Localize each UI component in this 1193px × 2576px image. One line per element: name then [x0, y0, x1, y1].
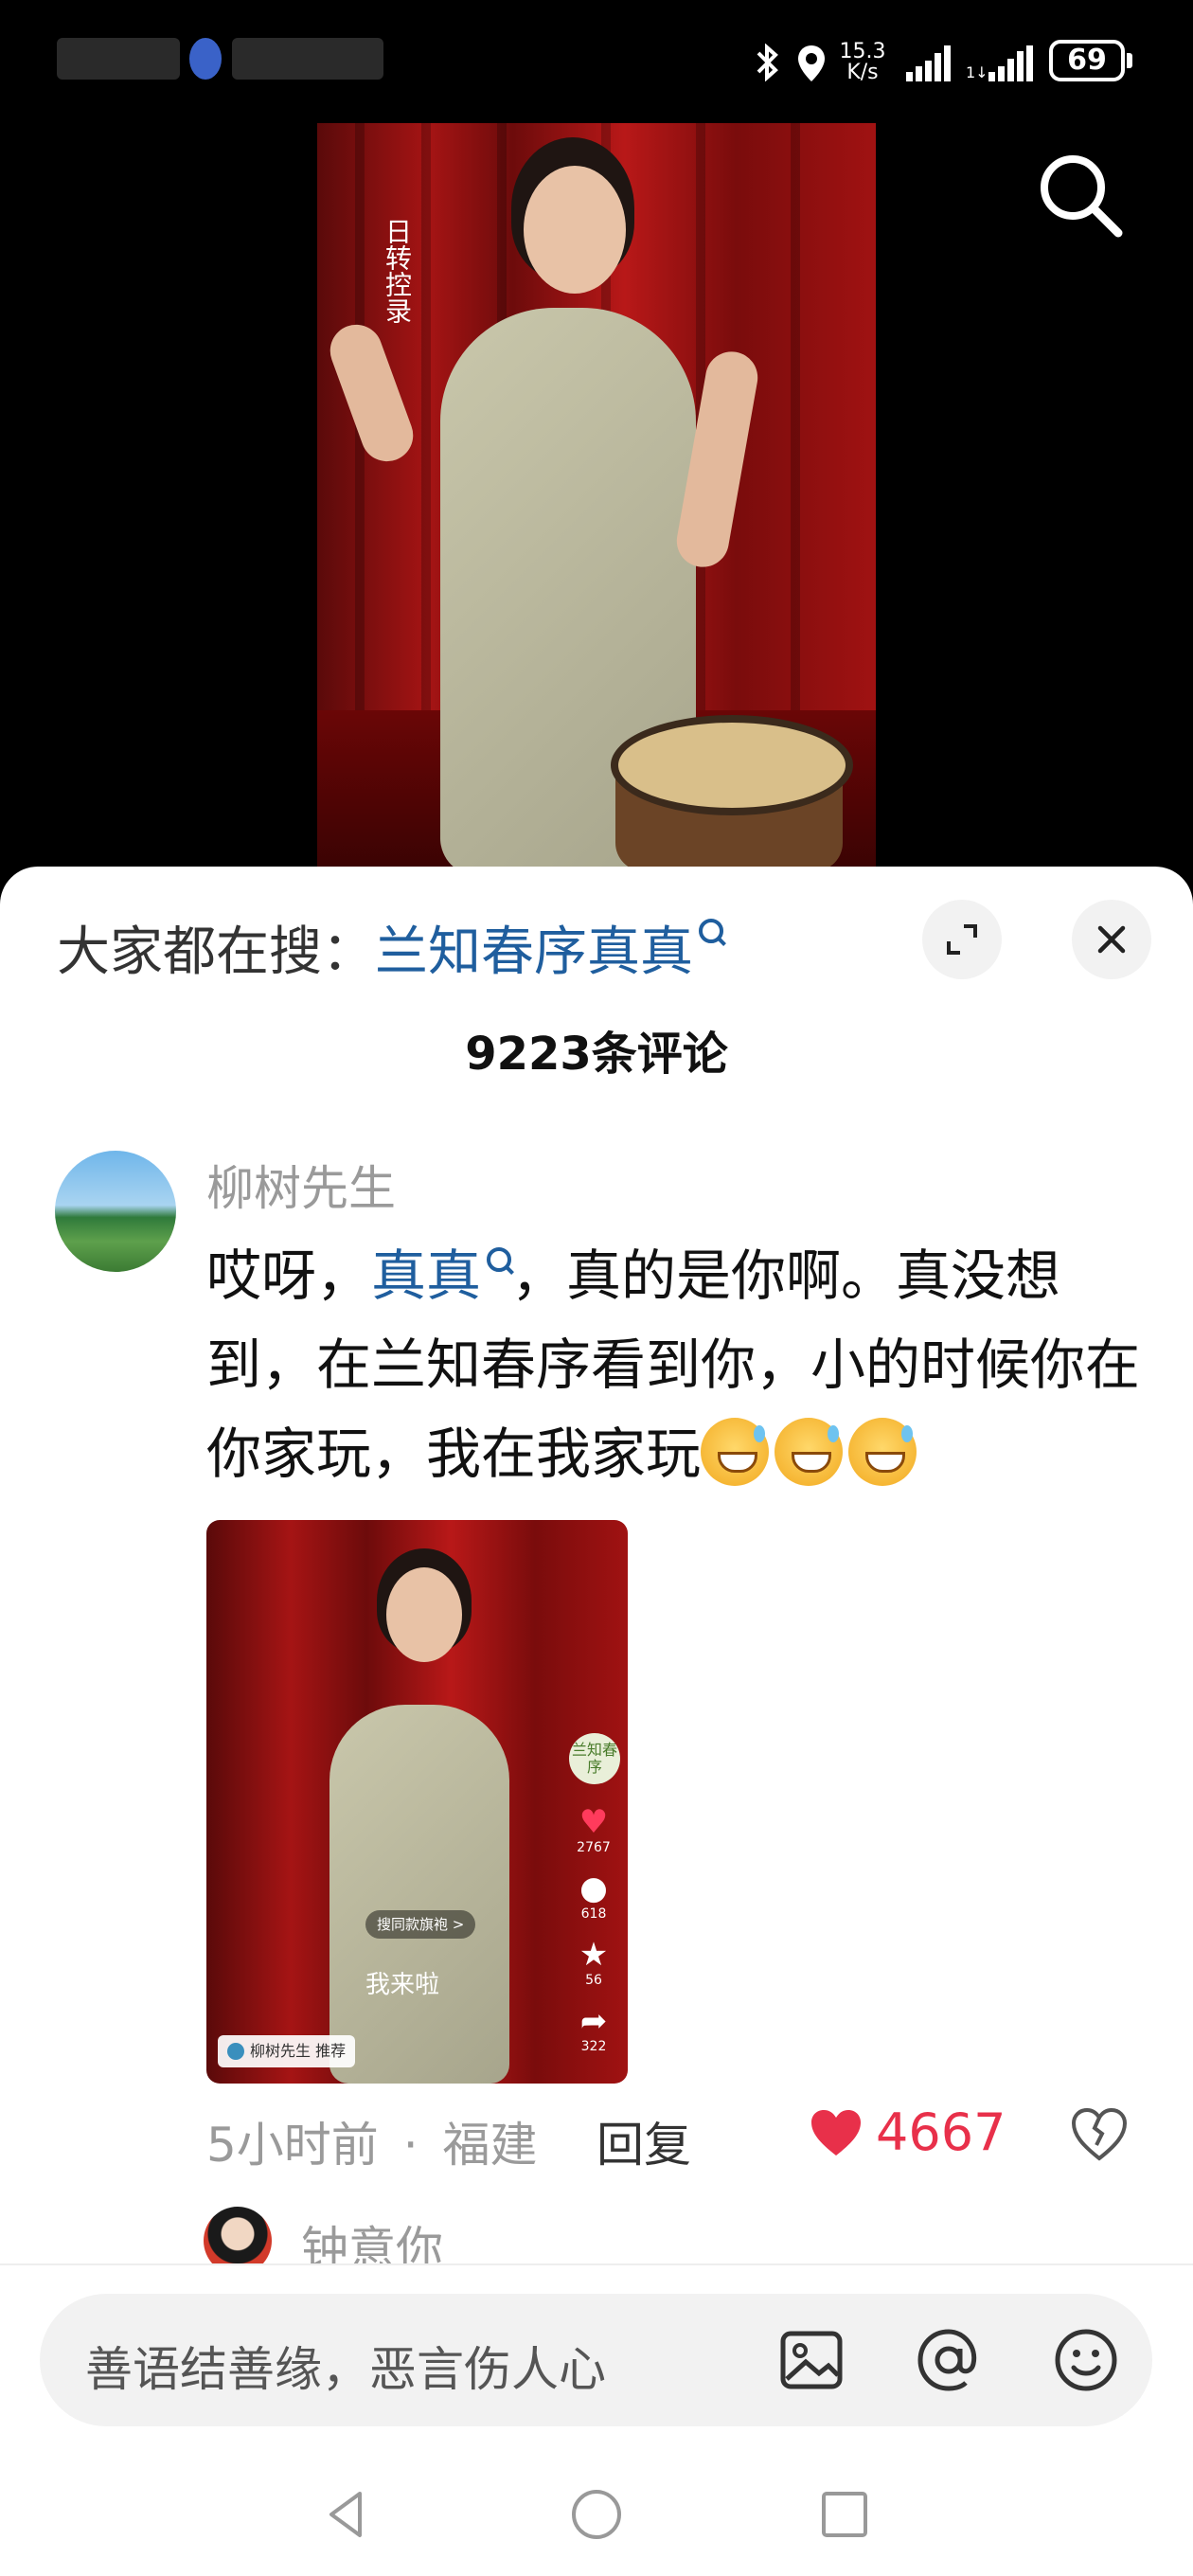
- image-performer-dress: [329, 1705, 509, 2084]
- comment-location: 福建: [442, 2118, 538, 2173]
- location-icon: [798, 45, 825, 81]
- image-comment-stat: ● 618: [573, 1870, 614, 1922]
- comment-search-term[interactable]: 真真: [371, 1243, 481, 1308]
- network-speed: 15.3 K/s: [838, 42, 887, 83]
- comment-text-part: 哎呀，: [206, 1243, 372, 1308]
- image-recommend-tag: 柳树先生 推荐: [218, 2035, 356, 2067]
- hot-search[interactable]: 大家都在搜：兰知春序真真: [57, 909, 723, 986]
- back-icon: [329, 2492, 362, 2537]
- svg-text:1↓: 1↓: [966, 63, 988, 81]
- nav-back-button[interactable]: [318, 2486, 375, 2543]
- close-icon: [1097, 925, 1126, 954]
- reply-button[interactable]: 回复: [596, 2107, 691, 2175]
- share-arrow-icon: ➦: [579, 2002, 608, 2040]
- signal-icon-2: 1↓: [966, 45, 1033, 81]
- comment-input-bar: 善语结善缘，恶言伤人心: [0, 2263, 1193, 2436]
- network-speed-value: 15.3: [839, 40, 886, 63]
- search-icon: [1041, 155, 1123, 238]
- image-product-pill: 搜同款旗袍 >: [365, 1910, 476, 1939]
- video-player[interactable]: 日转控录: [0, 123, 1193, 871]
- nav-recents-button[interactable]: [816, 2486, 873, 2543]
- image-share-count: 322: [580, 2039, 607, 2054]
- mention-button[interactable]: [911, 2322, 987, 2398]
- like-button[interactable]: 4667: [810, 2102, 1006, 2162]
- performer-face: [524, 166, 626, 294]
- close-button[interactable]: [1072, 900, 1151, 979]
- image-button[interactable]: [774, 2322, 849, 2398]
- image-icon: [780, 2331, 843, 2389]
- star-icon: ★: [579, 1936, 609, 1974]
- grin-sweat-emoji-icon: [848, 1418, 917, 1486]
- battery-icon: 69: [1049, 40, 1125, 81]
- comment-username[interactable]: 柳树先生: [206, 1151, 396, 1219]
- meta-separator: ·: [402, 2118, 418, 2173]
- image-comment-count: 618: [580, 1906, 607, 1922]
- video-caption: 日转控录: [382, 218, 413, 324]
- small-search-icon: [487, 1247, 512, 1272]
- battery-tip: [1127, 53, 1132, 68]
- system-nav-bar: [0, 2434, 1193, 2576]
- battery-level: 69: [1067, 44, 1107, 77]
- recents-icon: [822, 2492, 867, 2537]
- recommend-avatar-icon: [227, 2043, 244, 2060]
- comment-count: 9223条评论: [465, 1028, 728, 1081]
- emoji-icon: [1055, 2329, 1117, 2391]
- bluetooth-icon: [757, 44, 778, 81]
- comment-bubble-icon: ●: [579, 1869, 608, 1907]
- at-icon: [917, 2329, 977, 2391]
- signal-icon: [906, 45, 951, 81]
- dislike-button[interactable]: [1070, 2105, 1129, 2164]
- blurred-carrier: [57, 38, 180, 80]
- grin-sweat-emoji-icon: [701, 1418, 770, 1486]
- network-speed-unit: K/s: [846, 61, 879, 84]
- recommend-label: 柳树先生 推荐: [250, 2042, 347, 2060]
- heart-filled-icon: [811, 2109, 861, 2156]
- image-subtitle: 我来啦: [365, 1971, 440, 1999]
- hot-search-label: 大家都在搜：: [57, 921, 375, 983]
- comment-text: 哎呀，真真 ，真的是你啊。真没想到，在兰知春序看到你，小的时候你在你家玩，我在我家…: [206, 1231, 1153, 1498]
- avatar[interactable]: [55, 1151, 176, 1272]
- heart-icon: ♥: [579, 1803, 609, 1841]
- emoji-button[interactable]: [1048, 2322, 1124, 2398]
- app-notification-icon: [189, 38, 222, 80]
- image-performer-face: [386, 1567, 462, 1662]
- status-bar: 15.3 K/s 1↓ 69: [0, 0, 1193, 123]
- performer-arm: [323, 317, 420, 469]
- comment-input-placeholder: 善语结善缘，恶言伤人心: [85, 2342, 606, 2397]
- small-search-icon: [699, 919, 723, 943]
- hot-search-term[interactable]: 兰知春序真真: [375, 921, 693, 983]
- image-favorite-count: 56: [585, 1973, 602, 1988]
- image-like-stat: ♥ 2767: [573, 1804, 614, 1855]
- expand-icon: [947, 924, 977, 955]
- nav-home-button[interactable]: [568, 2486, 625, 2543]
- image-like-count: 2767: [577, 1840, 611, 1855]
- comment-input[interactable]: 善语结善缘，恶言伤人心: [40, 2294, 1152, 2426]
- search-button[interactable]: [1027, 142, 1131, 246]
- brand-badge: 兰知春序: [569, 1733, 620, 1784]
- grin-sweat-emoji-icon: [775, 1418, 844, 1486]
- blurred-notification: [232, 38, 383, 80]
- image-favorite-stat: ★ 56: [573, 1937, 614, 1988]
- home-icon: [572, 2490, 621, 2539]
- comment-time: 5小时前: [206, 2118, 379, 2173]
- drum-top: [611, 715, 853, 815]
- expand-button[interactable]: [922, 900, 1002, 979]
- image-share-stat: ➦ 322: [573, 2003, 614, 2054]
- broken-heart-icon: [1071, 2107, 1128, 2161]
- like-count: 4667: [876, 2102, 1006, 2162]
- comment-meta: 5小时前 · 福建: [206, 2107, 538, 2174]
- comment-image[interactable]: 兰知春序 ♥ 2767 ● 618 ★ 56 ➦ 322 搜同款旗袍 > 我来啦…: [206, 1520, 628, 2084]
